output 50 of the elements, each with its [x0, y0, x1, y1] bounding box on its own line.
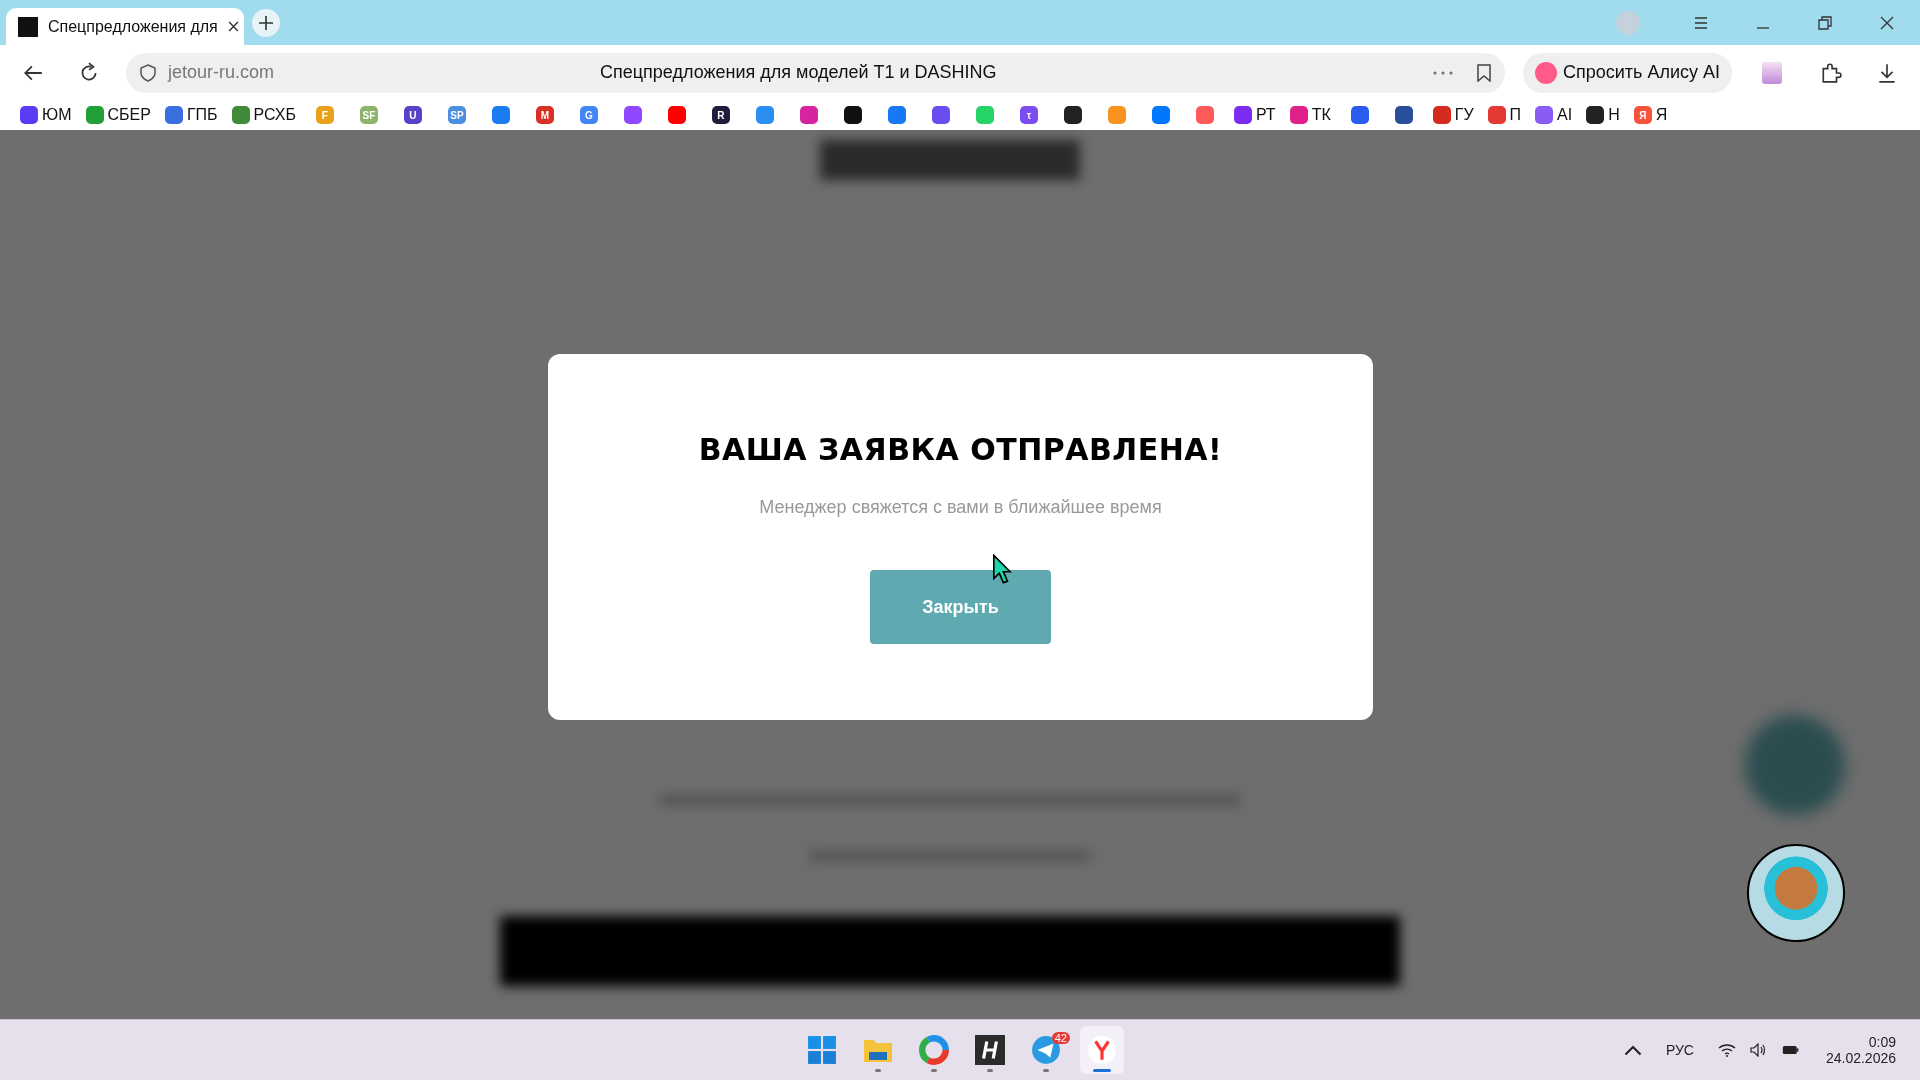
bookmark-item[interactable]: РСХБ — [231, 106, 296, 124]
battery-icon[interactable] — [1781, 1043, 1800, 1057]
language-indicator[interactable]: РУС — [1665, 1042, 1694, 1058]
address-bar[interactable]: jetour-ru.com Спецпредложения для моделей T1 и DASHING — [126, 52, 1505, 93]
page-title: Спецпредложения для моделей T1 и DASHING — [600, 62, 998, 83]
bookmark-item[interactable]: ЮМ — [20, 106, 72, 124]
bookmark-icon[interactable]: G — [579, 106, 598, 124]
y-logo-icon — [1087, 1035, 1117, 1065]
image-icon[interactable] — [1762, 61, 1782, 84]
puzzle-icon[interactable] — [1820, 61, 1842, 84]
chevron-up-icon[interactable] — [1623, 1043, 1642, 1057]
bookmark-item[interactable]: ГУ — [1432, 106, 1474, 124]
clock-date: 24.02.2026 — [1825, 1050, 1896, 1066]
url-text: jetour-ru.com — [168, 62, 276, 83]
browser-tab[interactable]: Спецпредложения для — [6, 8, 244, 45]
restore-icon[interactable] — [1818, 15, 1832, 30]
bookmark-item[interactable]: СБЕР — [85, 106, 151, 124]
h-logo-icon — [975, 1035, 1005, 1065]
tab-title: Спецпредложения для — [48, 17, 218, 36]
bookmark-icon[interactable] — [843, 106, 862, 124]
bookmark-icon[interactable] — [1394, 106, 1413, 124]
site-favicon-icon — [18, 16, 38, 37]
bookmark-item[interactable]: РТ — [1233, 106, 1276, 124]
bookmark-icon[interactable]: τ — [1019, 106, 1038, 124]
more-icon[interactable] — [1432, 70, 1453, 75]
close-tab-icon[interactable] — [227, 21, 239, 32]
windows-start-icon — [807, 1035, 837, 1065]
clock-time: 0:09 — [1868, 1034, 1896, 1050]
ask-alice-button[interactable]: Спросить Алису AI — [1522, 52, 1732, 93]
dialog-message: Менеджер свяжется с вами в ближайшее время — [759, 497, 1162, 518]
bookmark-item[interactable]: ГПБ — [164, 106, 218, 124]
wifi-icon[interactable] — [1717, 1043, 1736, 1057]
bookmark-icon[interactable]: R — [711, 106, 730, 124]
dialog-title: ВАША ЗАЯВКА ОТПРАВЛЕНА! — [698, 432, 1223, 467]
mouse-cursor-icon — [992, 554, 1012, 584]
taskbar-app-button[interactable]: 42 — [1024, 1026, 1068, 1074]
bookmark-icon[interactable] — [1476, 63, 1491, 82]
close-icon[interactable] — [1880, 15, 1894, 30]
notification-badge: 42 — [1051, 1032, 1070, 1044]
speaker-icon[interactable] — [1749, 1043, 1768, 1057]
bookmark-icon[interactable]: U — [403, 106, 422, 124]
plus-icon — [259, 15, 273, 30]
new-tab-button[interactable] — [252, 8, 280, 37]
bookmark-icon[interactable]: M — [535, 106, 554, 124]
bookmark-icon[interactable] — [1063, 106, 1082, 124]
ring-logo-icon — [919, 1035, 949, 1065]
download-icon[interactable] — [1876, 61, 1898, 84]
shield-icon — [140, 63, 156, 82]
bookmark-item[interactable]: ТК — [1289, 106, 1331, 124]
menu-icon[interactable] — [1694, 15, 1708, 30]
